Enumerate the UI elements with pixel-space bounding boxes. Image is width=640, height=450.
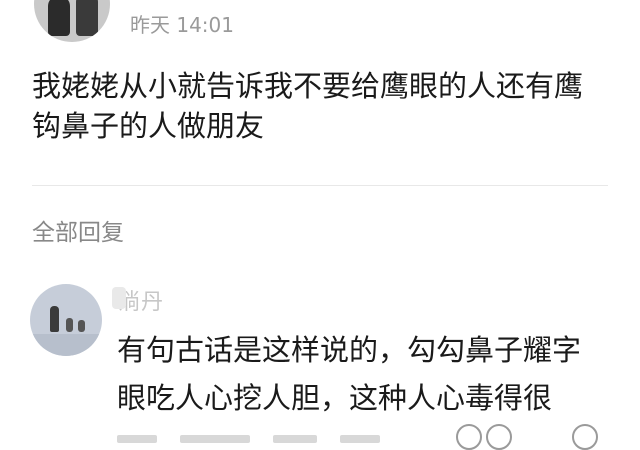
poster-avatar[interactable]: [34, 0, 110, 42]
avatar-figure: [78, 320, 85, 332]
meta-fragment: [273, 435, 318, 443]
avatar-figure: [66, 318, 73, 332]
reply-avatar[interactable]: [30, 284, 102, 356]
like-icon[interactable]: [456, 424, 482, 450]
username-blur-mask: [112, 287, 126, 309]
meta-fragment: [180, 435, 251, 443]
post-content: 我姥姥从小就告诉我不要给鹰眼的人还有鹰钩鼻子的人做朋友: [32, 69, 584, 143]
avatar-figure: [76, 0, 98, 36]
avatar-figure: [50, 306, 59, 332]
all-replies-title: 全部回复: [32, 220, 124, 246]
post-timestamp: 昨天 14:01: [130, 13, 234, 37]
avatar-ground: [30, 334, 102, 356]
meta-fragment: [340, 435, 381, 443]
reply-actions: [452, 424, 612, 450]
meta-fragment: [117, 435, 157, 443]
avatar-figure: [48, 0, 70, 36]
reply-content: 有句古话是这样说的，勾勾鼻子耀字眼吃人心挖人胆，这种人心毒得很: [117, 333, 582, 415]
section-divider: [32, 185, 608, 186]
more-icon[interactable]: [572, 424, 598, 450]
comment-icon[interactable]: [486, 424, 512, 450]
